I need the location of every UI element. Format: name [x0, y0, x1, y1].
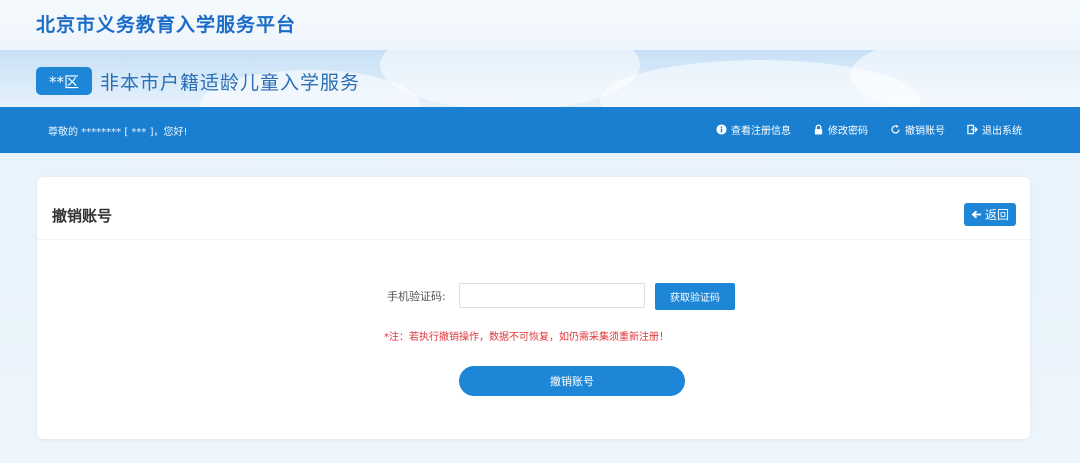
refresh-icon	[891, 124, 900, 134]
cancel-account-card: 撤销账号 返回 手机验证码: 获取验证码 *注：若执行撤销操作，数据不可恢复，如…	[37, 177, 1030, 439]
arrow-left-icon	[971, 210, 982, 219]
nav-link-label: 查看注册信息	[731, 126, 791, 137]
nav-link-label: 修改密码	[828, 126, 868, 137]
divider	[37, 239, 1030, 240]
change-password-link[interactable]: 修改密码	[813, 122, 868, 137]
nav-links: 查看注册信息 修改密码 撤销账号 退出系统	[716, 122, 1022, 137]
code-field-label: 手机验证码:	[387, 290, 446, 303]
warning-text: *注：若执行撤销操作，数据不可恢复，如仍需采集须重新注册！	[384, 332, 669, 343]
cancel-account-link[interactable]: 撤销账号	[890, 122, 945, 137]
get-code-button[interactable]: 获取验证码	[655, 283, 735, 310]
info-icon	[716, 124, 727, 135]
back-button[interactable]: 返回	[964, 203, 1016, 226]
user-greeting: 尊敬的 ******** [ *** ]，您好!	[48, 127, 188, 138]
back-button-label: 返回	[984, 208, 1009, 222]
service-title: 非本市户籍适龄儿童入学服务	[100, 72, 361, 94]
logout-link[interactable]: 退出系统	[967, 122, 1022, 137]
nav-link-label: 退出系统	[982, 126, 1022, 137]
cancel-account-button[interactable]: 撤销账号	[459, 366, 685, 396]
top-header: 北京市义务教育入学服务平台	[0, 0, 1080, 50]
service-banner: **区 非本市户籍适龄儿童入学服务	[0, 50, 1080, 107]
verification-code-input[interactable]	[459, 283, 645, 308]
nav-link-label: 撤销账号	[905, 126, 945, 137]
site-title: 北京市义务教育入学服务平台	[36, 14, 297, 36]
page-title: 撤销账号	[52, 207, 113, 225]
navbar: 尊敬的 ******** [ *** ]，您好! 查看注册信息 修改密码 撤销账…	[0, 107, 1080, 153]
cloud-decoration	[850, 50, 1080, 107]
district-badge: **区	[36, 67, 92, 95]
logout-icon	[967, 124, 978, 135]
view-registration-link[interactable]: 查看注册信息	[716, 122, 791, 137]
lock-icon	[814, 124, 823, 135]
